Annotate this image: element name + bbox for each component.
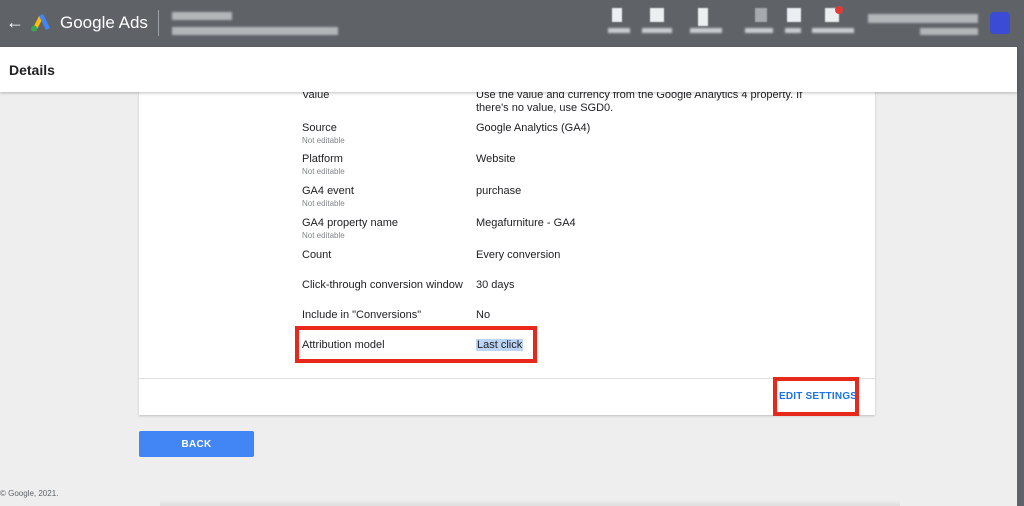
conversion-details-card: Value Use the value and currency from th…: [139, 89, 875, 415]
bottom-shadow: [160, 500, 900, 506]
detail-label: Source: [302, 122, 337, 134]
detail-value: purchase: [476, 185, 522, 197]
brand-name[interactable]: Google Ads: [60, 12, 148, 34]
copyright-footer: © Google, 2021.: [0, 489, 59, 498]
google-ads-logo-icon[interactable]: [30, 12, 52, 32]
arrow-back-icon[interactable]: ←: [6, 12, 24, 32]
detail-value: Use the value and currency from the Goog…: [476, 89, 803, 114]
card-divider: [139, 378, 875, 379]
page-title: Details: [9, 62, 55, 78]
notification-badge: [835, 6, 843, 14]
detail-value: Google Analytics (GA4): [476, 122, 591, 134]
edit-settings-highlight-box: [773, 377, 859, 416]
attribution-highlight-box: [295, 326, 537, 363]
details-header: Details: [0, 47, 1017, 92]
detail-value: Website: [476, 153, 516, 165]
not-editable-note: Not editable: [302, 231, 345, 240]
detail-label: GA4 event: [302, 185, 354, 197]
back-button[interactable]: BACK: [139, 431, 254, 457]
not-editable-note: Not editable: [302, 199, 345, 208]
not-editable-note: Not editable: [302, 167, 345, 176]
detail-value: 30 days: [476, 279, 515, 291]
detail-value: Megafurniture - GA4: [476, 217, 576, 229]
top-app-bar: ← Google Ads: [0, 0, 1024, 47]
detail-label: GA4 property name: [302, 217, 398, 229]
detail-label: Click-through conversion window: [302, 279, 463, 291]
right-edge: [1017, 47, 1024, 506]
avatar[interactable]: [990, 12, 1010, 34]
detail-value: No: [476, 309, 491, 321]
brand-divider: [158, 10, 159, 36]
not-editable-note: Not editable: [302, 136, 345, 145]
detail-label: Platform: [302, 153, 343, 165]
detail-label: Count: [302, 249, 332, 261]
detail-label: Include in "Conversions": [302, 309, 422, 321]
detail-value: Every conversion: [476, 249, 561, 261]
